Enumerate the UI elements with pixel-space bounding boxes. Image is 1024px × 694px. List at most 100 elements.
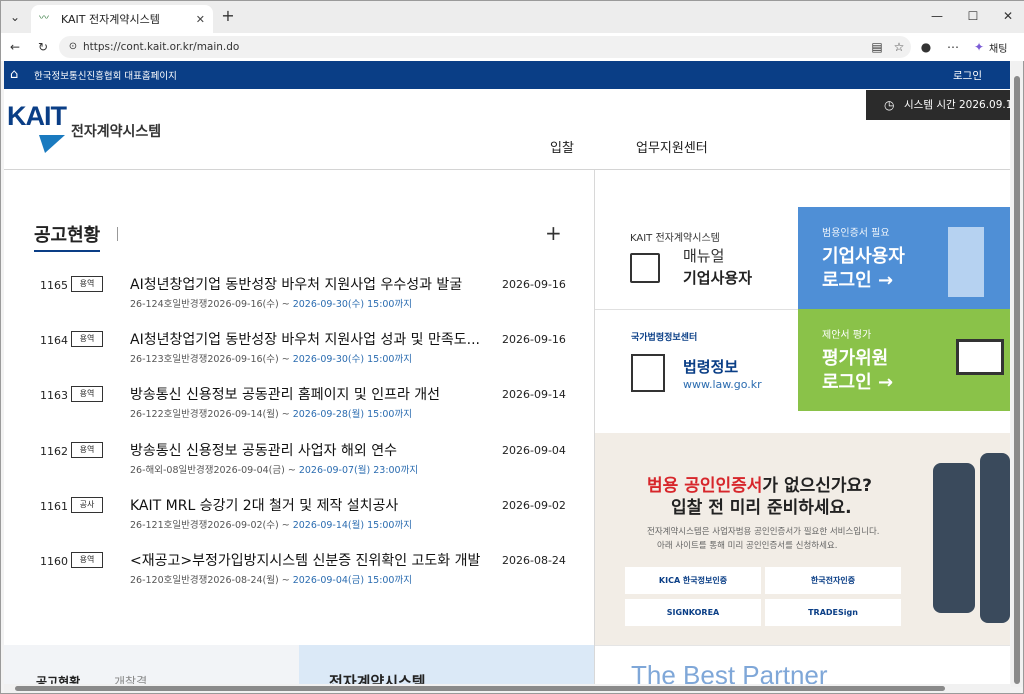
nav-support-center[interactable]: 업무지원센터 bbox=[636, 137, 708, 156]
notice-number: 1161 bbox=[40, 500, 68, 513]
notice-title[interactable]: KAIT MRL 승강기 2대 철거 및 제작 설치공사 bbox=[130, 495, 490, 515]
notice-type-badge: 용역 bbox=[71, 331, 103, 347]
manual-panel[interactable]: KAIT 전자계약시스템 매뉴얼 기업사용자 bbox=[595, 207, 798, 309]
back-icon[interactable]: ← bbox=[7, 39, 23, 55]
notice-date: 2026-09-16 bbox=[502, 333, 566, 346]
refresh-icon[interactable]: ↻ bbox=[35, 39, 51, 55]
top-bar: ⌂ 한국정보통신진흥협회 대표홈페이지 로그인 bbox=[4, 61, 1010, 89]
web-page: ⌂ 한국정보통신진흥협회 대표홈페이지 로그인 ◷ 시스템 시간 2026.09… bbox=[4, 61, 1010, 687]
eval-note: 제안서 평가 bbox=[822, 330, 872, 341]
ecs-banner[interactable]: 전자계약시스템 bbox=[299, 645, 594, 687]
notice-date: 2026-09-04 bbox=[502, 444, 566, 457]
kica-button[interactable]: KICA 한국정보인증 bbox=[625, 567, 761, 594]
url-field[interactable]: ⊙ https://cont.kait.or.kr/main.do bbox=[59, 36, 911, 58]
site-info-icon[interactable]: ⊙ bbox=[65, 39, 81, 55]
horizontal-scroll-thumb[interactable] bbox=[15, 686, 945, 691]
notice-title[interactable]: 방송통신 신용정보 공동관리 홈페이지 및 인프라 개선 bbox=[130, 384, 490, 404]
notice-period: 26-122호일반경쟁2026-09-14(월) ~ 2026-09-28(월)… bbox=[130, 409, 412, 420]
building-icon bbox=[948, 227, 984, 297]
notice-title[interactable]: 방송통신 신용정보 공동관리 사업자 해외 연수 bbox=[130, 440, 490, 460]
url-text: https://cont.kait.or.kr/main.do bbox=[83, 41, 240, 53]
logo-swoosh-icon bbox=[39, 135, 65, 153]
businessman-illustration bbox=[980, 453, 1010, 623]
crosscert-button[interactable]: 한국전자인증 bbox=[765, 567, 901, 594]
minimize-icon[interactable]: — bbox=[929, 8, 945, 24]
businesswoman-illustration bbox=[933, 463, 975, 613]
cert-subheadline: 입찰 전 미리 준비하세요. bbox=[671, 498, 852, 518]
signkorea-button[interactable]: SIGNKOREA bbox=[625, 599, 761, 626]
notice-title[interactable]: <재공고>부정가입방지시스템 신분증 진위확인 고도화 개발 bbox=[130, 550, 490, 570]
manual-document-icon bbox=[630, 253, 660, 283]
close-window-icon[interactable]: ✕ bbox=[1000, 8, 1016, 24]
monitor-icon bbox=[956, 339, 1004, 375]
corp-login-panel[interactable]: 범용인증서 필요 기업사용자 로그인 → bbox=[798, 207, 1010, 309]
law-center-name: 국가법령정보센터 bbox=[631, 333, 698, 343]
notice-title[interactable]: AI청년창업기업 동반성장 바우처 지원사업 우수성과 발굴 bbox=[130, 274, 490, 294]
manual-system: KAIT 전자계약시스템 bbox=[630, 233, 720, 244]
manual-label: 매뉴얼 bbox=[683, 247, 725, 265]
title-separator bbox=[117, 227, 118, 241]
partner-text: The Best Partner bbox=[631, 660, 828, 687]
notice-period: 26-124호일반경쟁2026-09-16(수) ~ 2026-09-30(수)… bbox=[130, 299, 412, 310]
law-info-panel[interactable]: 국가법령정보센터 법령정보 www.law.go.kr bbox=[595, 309, 798, 411]
header-divider bbox=[4, 169, 1010, 170]
evaluator-login-panel[interactable]: 제안서 평가 평가위원 로그인 → bbox=[798, 309, 1010, 411]
close-tab-icon[interactable]: ✕ bbox=[196, 13, 205, 26]
vertical-scroll-thumb[interactable] bbox=[1014, 76, 1020, 684]
notice-date: 2026-09-14 bbox=[502, 388, 566, 401]
bottom-tabs-panel: 공고현황 개찰결 bbox=[4, 645, 299, 687]
favicon-icon: 〰 bbox=[39, 13, 49, 24]
tab-title: KAIT 전자계약시스템 bbox=[61, 13, 160, 26]
law-info-url: www.law.go.kr bbox=[683, 378, 762, 391]
nav-bid[interactable]: 입찰 bbox=[550, 137, 574, 156]
notice-row[interactable]: 1163 용역 방송통신 신용정보 공동관리 홈페이지 및 인프라 개선 2026-0… bbox=[4, 381, 594, 431]
certificate-panel: 범용 공인인증서가 없으신가요? 입찰 전 미리 준비하세요. 전자계약시스템은… bbox=[595, 433, 1010, 645]
profile-icon[interactable]: ● bbox=[918, 39, 934, 55]
notice-row[interactable]: 1165 용역 AI청년창업기업 동반성장 바우처 지원사업 우수성과 발굴 2026… bbox=[4, 271, 594, 321]
chat-label[interactable]: 채팅 bbox=[989, 40, 1007, 55]
logo-system-name: 전자계약시스템 bbox=[71, 124, 162, 140]
notice-number: 1165 bbox=[40, 279, 68, 292]
notice-row[interactable]: 1162 용역 방송통신 신용정보 공동관리 사업자 해외 연수 2026-09-04… bbox=[4, 437, 594, 487]
login-link[interactable]: 로그인 bbox=[953, 68, 982, 83]
notice-row[interactable]: 1164 용역 AI청년창업기업 동반성장 바우처 지원사업 성과 및 만족도...… bbox=[4, 326, 594, 376]
browser-tab[interactable]: 〰 KAIT 전자계약시스템 ✕ bbox=[31, 5, 213, 33]
tab-list-icon[interactable]: ⌄ bbox=[7, 9, 23, 25]
maximize-icon[interactable]: ☐ bbox=[965, 8, 981, 24]
copilot-icon[interactable]: ✦ bbox=[971, 39, 987, 55]
tradesign-button[interactable]: TRADESign bbox=[765, 599, 901, 626]
notice-type-badge: 용역 bbox=[71, 442, 103, 458]
home-icon[interactable]: ⌂ bbox=[10, 67, 26, 83]
law-info-title: 법령정보 bbox=[683, 358, 739, 376]
more-icon[interactable]: ⋯ bbox=[945, 39, 961, 55]
site-logo[interactable]: KAIT 전자계약시스템 bbox=[7, 101, 161, 153]
system-time: 시스템 시간 2026.09.18 1 bbox=[904, 99, 1010, 111]
notice-type-badge: 공사 bbox=[71, 497, 103, 513]
manual-user: 기업사용자 bbox=[683, 269, 753, 287]
notice-title[interactable]: AI청년창업기업 동반성장 바우처 지원사업 성과 및 만족도... bbox=[130, 329, 490, 349]
tab-strip: ⌄ 〰 KAIT 전자계약시스템 ✕ + — ☐ ✕ bbox=[1, 1, 1024, 33]
notice-period: 26-121호일반경쟁2026-09-02(수) ~ 2026-09-14(월)… bbox=[130, 520, 412, 531]
notice-row[interactable]: 1160 용역 <재공고>부정가입방지시스템 신분증 진위확인 고도화 개발 2026… bbox=[4, 547, 594, 597]
notice-number: 1162 bbox=[40, 445, 68, 458]
new-tab-icon[interactable]: + bbox=[220, 8, 236, 24]
eval-title: 평가위원 로그인 → bbox=[822, 348, 894, 393]
org-homepage-link[interactable]: 한국정보통신진흥협회 대표홈페이지 bbox=[34, 68, 177, 82]
cert-description: 전자계약시스템은 사업자범용 공인인증서가 필요한 서비스입니다. 아래 사이트를… bbox=[647, 527, 880, 551]
notice-date: 2026-09-16 bbox=[502, 278, 566, 291]
favorite-icon[interactable]: ☆ bbox=[891, 39, 907, 55]
reader-icon[interactable]: ▤ bbox=[869, 39, 885, 55]
notice-number: 1163 bbox=[40, 389, 68, 402]
notice-type-badge: 용역 bbox=[71, 276, 103, 292]
address-bar-row: ← ↻ ⊙ https://cont.kait.or.kr/main.do ▤ … bbox=[1, 33, 1024, 61]
notice-row[interactable]: 1161 공사 KAIT MRL 승강기 2대 철거 및 제작 설치공사 2026-0… bbox=[4, 492, 594, 542]
notice-number: 1164 bbox=[40, 334, 68, 347]
notice-section-title: 공고현황 bbox=[34, 221, 101, 252]
corp-login-title: 기업사용자 로그인 → bbox=[822, 246, 905, 291]
notice-period: 26-123호일반경쟁2026-09-16(수) ~ 2026-09-30(수)… bbox=[130, 354, 412, 365]
logo-kait: KAIT bbox=[7, 101, 67, 131]
notice-period: 26-120호일반경쟁2026-08-24(월) ~ 2026-09-04(금)… bbox=[130, 575, 412, 586]
notice-date: 2026-09-02 bbox=[502, 499, 566, 512]
more-notices-icon[interactable]: + bbox=[545, 221, 562, 245]
notice-number: 1160 bbox=[40, 555, 68, 568]
